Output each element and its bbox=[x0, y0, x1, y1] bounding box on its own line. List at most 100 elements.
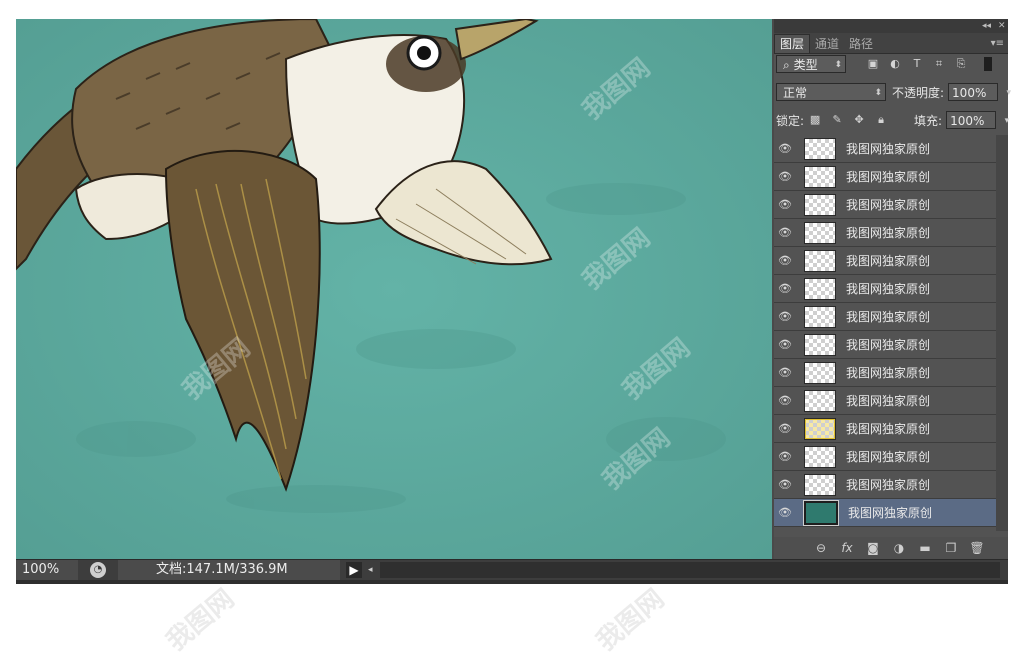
fill-field[interactable]: 100% ▾ bbox=[946, 111, 1009, 129]
layer-row[interactable]: 👁︎ 我图网独家原创 bbox=[774, 303, 996, 331]
layer-row[interactable]: 👁︎ 我图网独家原创 bbox=[774, 471, 996, 499]
layer-row[interactable]: 👁︎ 我图网独家原创 bbox=[774, 443, 996, 471]
status-menu-arrow-icon[interactable]: ▶ bbox=[346, 562, 362, 578]
add-mask-icon[interactable]: ◙ bbox=[860, 541, 886, 555]
filter-kind-select[interactable]: ⌕ 类型 ⬍ bbox=[776, 55, 846, 73]
layer-row[interactable]: 👁︎ 我图网独家原创 bbox=[774, 191, 996, 219]
layer-row[interactable]: 👁︎ 我图网独家原创 bbox=[774, 219, 996, 247]
link-layers-icon[interactable]: ⊖ bbox=[808, 541, 834, 555]
filter-adjustment-icon[interactable]: ◐ bbox=[888, 57, 902, 71]
visibility-eye-icon[interactable]: 👁︎ bbox=[774, 366, 796, 379]
layer-row[interactable]: 👁︎ 我图网独家原创 bbox=[774, 499, 996, 527]
watermark: 我图网 bbox=[591, 583, 671, 657]
layer-thumbnail[interactable] bbox=[804, 137, 836, 160]
blend-mode-select[interactable]: 正常 ⬍ bbox=[776, 83, 886, 101]
layer-thumbnail[interactable] bbox=[804, 305, 836, 328]
layer-thumbnail[interactable] bbox=[804, 445, 836, 468]
lock-paint-icon[interactable]: ✎ bbox=[830, 113, 844, 127]
fx-icon[interactable]: fx bbox=[834, 541, 860, 555]
horizontal-scrollbar[interactable] bbox=[16, 580, 1008, 584]
visibility-eye-icon[interactable]: 👁︎ bbox=[774, 142, 796, 155]
new-group-icon[interactable]: ▬ bbox=[912, 541, 938, 555]
layer-row[interactable]: 👁︎ 我图网独家原创 bbox=[774, 415, 996, 443]
watermark: 我图网 bbox=[161, 583, 241, 657]
adjustment-layer-icon[interactable]: ◑ bbox=[886, 541, 912, 555]
doc-size-info[interactable]: 文档:147.1M/336.9M bbox=[118, 560, 340, 580]
layer-name[interactable]: 我图网独家原创 bbox=[846, 224, 930, 241]
layers-panel: ◂◂ ✕ 图层 通道 路径 ▾≡ ⌕ 类型 ⬍ ▣ ◐ T ⌗ ⎘ 正常 ⬍ 不… bbox=[774, 19, 1011, 559]
layer-row[interactable]: 👁︎ 我图网独家原创 bbox=[774, 135, 996, 163]
filter-type-icon[interactable]: T bbox=[910, 57, 924, 71]
visibility-eye-icon[interactable]: 👁︎ bbox=[774, 282, 796, 295]
close-icon[interactable]: ✕ bbox=[998, 19, 1006, 33]
filter-smart-object-icon[interactable]: ⎘ bbox=[954, 57, 968, 71]
layer-name[interactable]: 我图网独家原创 bbox=[848, 504, 932, 521]
layer-name[interactable]: 我图网独家原创 bbox=[846, 196, 930, 213]
visibility-eye-icon[interactable]: 👁︎ bbox=[774, 478, 796, 491]
panel-tabs: 图层 通道 路径 ▾≡ bbox=[774, 33, 1008, 54]
scroll-left-icon[interactable]: ◂ bbox=[368, 562, 373, 578]
visibility-eye-icon[interactable]: 👁︎ bbox=[774, 422, 796, 435]
filter-toggle[interactable] bbox=[984, 57, 992, 71]
tab-layers[interactable]: 图层 bbox=[774, 34, 811, 53]
filter-shape-icon[interactable]: ⌗ bbox=[932, 57, 946, 71]
photoshop-window: 我图网 我图网 我图网 我图网 我图网 ◂◂ ✕ 图层 通道 路径 ▾≡ ⌕ 类… bbox=[16, 19, 1011, 584]
layer-name[interactable]: 我图网独家原创 bbox=[846, 168, 930, 185]
layer-name[interactable]: 我图网独家原创 bbox=[846, 252, 930, 269]
layer-name[interactable]: 我图网独家原创 bbox=[846, 448, 930, 465]
visibility-eye-icon[interactable]: 👁︎ bbox=[774, 310, 796, 323]
chevron-down-icon[interactable]: ▾ bbox=[1007, 84, 1012, 102]
visibility-eye-icon[interactable]: 👁︎ bbox=[774, 506, 796, 519]
delete-layer-icon[interactable]: 🗑︎ bbox=[964, 541, 990, 555]
tab-channels[interactable]: 通道 bbox=[810, 35, 844, 53]
layer-row[interactable]: 👁︎ 我图网独家原创 bbox=[774, 247, 996, 275]
layer-thumbnail[interactable] bbox=[804, 249, 836, 272]
lock-transparent-icon[interactable]: ▩ bbox=[808, 113, 822, 127]
layer-thumbnail[interactable] bbox=[804, 193, 836, 216]
tab-paths[interactable]: 路径 bbox=[844, 35, 878, 53]
lock-position-icon[interactable]: ✥ bbox=[852, 113, 866, 127]
visibility-eye-icon[interactable]: 👁︎ bbox=[774, 170, 796, 183]
layer-row[interactable]: 👁︎ 我图网独家原创 bbox=[774, 359, 996, 387]
layer-thumbnail[interactable] bbox=[804, 221, 836, 244]
layer-thumbnail[interactable] bbox=[804, 333, 836, 356]
layer-name[interactable]: 我图网独家原创 bbox=[846, 280, 930, 297]
lock-all-icon[interactable]: 🔒︎ bbox=[874, 113, 888, 127]
preview-icon[interactable]: ◔ bbox=[90, 562, 106, 578]
layer-name[interactable]: 我图网独家原创 bbox=[846, 140, 930, 157]
layer-row[interactable]: 👁︎ 我图网独家原创 bbox=[774, 331, 996, 359]
layer-thumbnail[interactable] bbox=[804, 361, 836, 384]
chevron-down-icon[interactable]: ▾ bbox=[1005, 112, 1010, 130]
layer-thumbnail[interactable] bbox=[804, 389, 836, 412]
new-layer-icon[interactable]: ❐ bbox=[938, 541, 964, 555]
layer-name[interactable]: 我图网独家原创 bbox=[846, 476, 930, 493]
visibility-eye-icon[interactable]: 👁︎ bbox=[774, 338, 796, 351]
visibility-eye-icon[interactable]: 👁︎ bbox=[774, 198, 796, 211]
layer-name[interactable]: 我图网独家原创 bbox=[846, 308, 930, 325]
layer-name[interactable]: 我图网独家原创 bbox=[846, 336, 930, 353]
layer-name[interactable]: 我图网独家原创 bbox=[846, 420, 930, 437]
layer-row[interactable]: 👁︎ 我图网独家原创 bbox=[774, 163, 996, 191]
layer-list-scrollbar[interactable] bbox=[996, 135, 1008, 531]
layer-thumbnail[interactable] bbox=[804, 417, 836, 440]
panel-menu-icon[interactable]: ▾≡ bbox=[991, 35, 1008, 53]
visibility-eye-icon[interactable]: 👁︎ bbox=[774, 254, 796, 267]
visibility-eye-icon[interactable]: 👁︎ bbox=[774, 450, 796, 463]
document-canvas[interactable]: 我图网 我图网 我图网 我图网 我图网 bbox=[16, 19, 772, 559]
opacity-field[interactable]: 100% ▾ bbox=[948, 83, 1011, 101]
layer-row[interactable]: 👁︎ 我图网独家原创 bbox=[774, 275, 996, 303]
layer-name[interactable]: 我图网独家原创 bbox=[846, 364, 930, 381]
layer-thumbnail[interactable] bbox=[803, 499, 839, 526]
layer-thumbnail[interactable] bbox=[804, 277, 836, 300]
horizontal-scroll-track[interactable] bbox=[380, 562, 1000, 578]
visibility-eye-icon[interactable]: 👁︎ bbox=[774, 394, 796, 407]
layer-name[interactable]: 我图网独家原创 bbox=[846, 392, 930, 409]
visibility-eye-icon[interactable]: 👁︎ bbox=[774, 226, 796, 239]
layer-thumbnail[interactable] bbox=[804, 473, 836, 496]
filter-pixel-icon[interactable]: ▣ bbox=[866, 57, 880, 71]
layer-thumbnail[interactable] bbox=[804, 165, 836, 188]
layer-row[interactable]: 👁︎ 我图网独家原创 bbox=[774, 387, 996, 415]
zoom-field[interactable]: 100% bbox=[16, 560, 78, 580]
search-icon: ⌕ bbox=[783, 58, 790, 72]
collapse-icon[interactable]: ◂◂ bbox=[982, 19, 991, 33]
